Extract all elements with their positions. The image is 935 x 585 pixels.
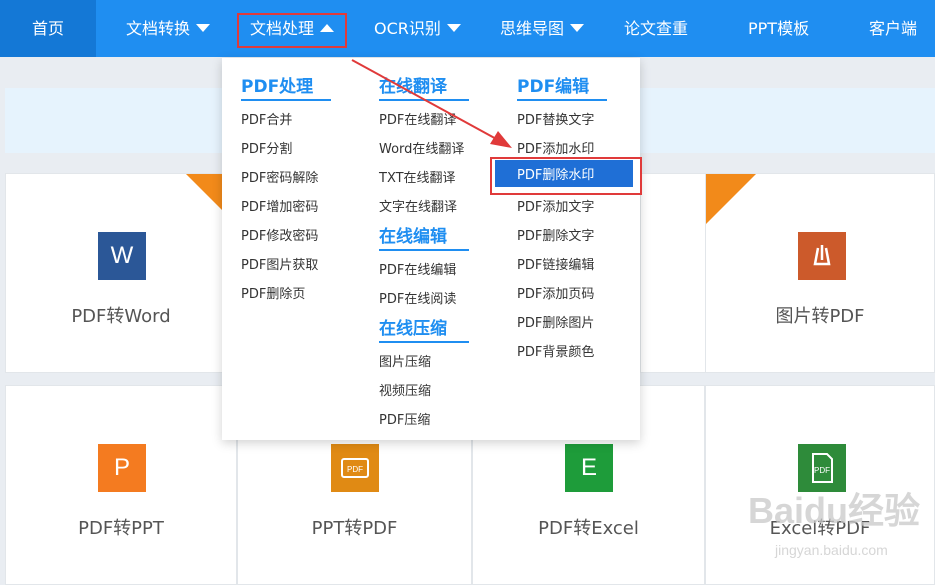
watermark-logo: Baidu经验: [748, 490, 921, 531]
watermark-url: jingyan.baidu.com: [775, 542, 888, 558]
